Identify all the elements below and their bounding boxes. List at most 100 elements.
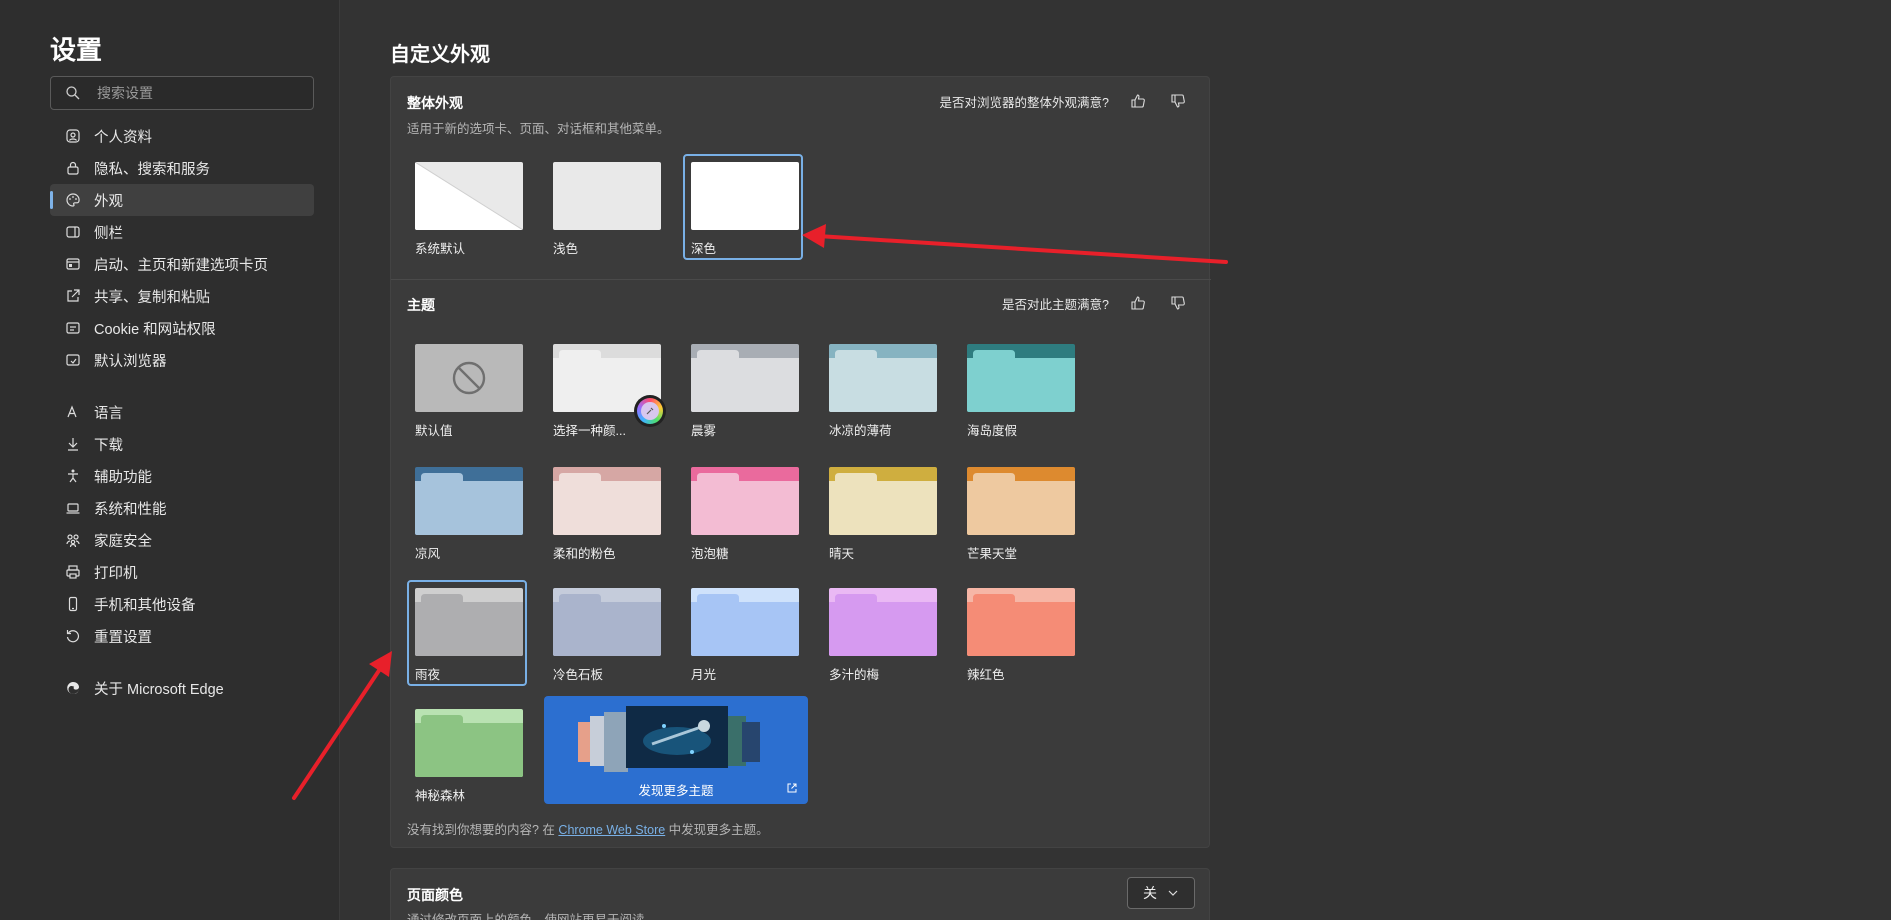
folder-icon: [553, 467, 661, 535]
share-icon: [64, 287, 82, 305]
dark-preview: [691, 162, 799, 230]
sidebar-item-language[interactable]: 语言: [50, 396, 314, 428]
folder-icon: [967, 344, 1075, 412]
printer-icon: [64, 563, 82, 581]
theme-tile[interactable]: 凉风: [407, 459, 527, 565]
page-color-select[interactable]: 关: [1127, 877, 1195, 909]
folder-icon: [829, 344, 937, 412]
sidebar-icon: [64, 223, 82, 241]
sidebar-item-label: 辅助功能: [94, 469, 152, 486]
sidebar-item-about[interactable]: 关于 Microsoft Edge: [50, 672, 314, 704]
theme-label: 多汁的梅: [829, 668, 880, 682]
theme-label: 凉风: [415, 547, 441, 561]
theme-tile[interactable]: 芒果天堂: [959, 459, 1079, 565]
overall-feedback-text: 是否对浏览器的整体外观满意?: [939, 95, 1109, 110]
theme-label: 月光: [691, 668, 717, 682]
chevron-down-icon: [1168, 890, 1178, 896]
folder-icon: [691, 588, 799, 656]
sidebar-item-label: 默认浏览器: [94, 353, 167, 370]
theme-tile[interactable]: 柔和的粉色: [545, 459, 665, 565]
sidebar-item-default-browser[interactable]: 默认浏览器: [50, 344, 314, 376]
theme-label: 辣红色: [967, 668, 1005, 682]
sidebar-item-privacy[interactable]: 隐私、搜索和服务: [50, 152, 314, 184]
sidebar-item-system[interactable]: 系统和性能: [50, 492, 314, 524]
thumbs-up-icon[interactable]: [1127, 90, 1149, 112]
sidebar-item-label: Cookie 和网站权限: [94, 321, 216, 338]
folder-icon: [415, 588, 523, 656]
sidebar-item-share[interactable]: 共享、复制和粘贴: [50, 280, 314, 312]
theme-tile[interactable]: 晨雾: [683, 336, 803, 442]
thumbs-down-icon[interactable]: [1167, 292, 1189, 314]
system-default-preview: [415, 162, 523, 230]
discover-themes-collage: [578, 706, 760, 772]
search-input[interactable]: [97, 85, 297, 101]
sidebar-item-label: 手机和其他设备: [94, 597, 196, 614]
sidebar-item-sidebar[interactable]: 侧栏: [50, 216, 314, 248]
sidebar-item-startup[interactable]: 启动、主页和新建选项卡页: [50, 248, 314, 280]
thumbs-up-icon[interactable]: [1127, 292, 1149, 314]
sidebar-item-family[interactable]: 家庭安全: [50, 524, 314, 556]
sidebar-item-downloads[interactable]: 下载: [50, 428, 314, 460]
folder-icon: [967, 467, 1075, 535]
sidebar-item-profile[interactable]: 个人资料: [50, 120, 314, 152]
sidebar-item-label: 共享、复制和粘贴: [94, 289, 210, 306]
appearance-option-system[interactable]: 系统默认: [407, 154, 527, 260]
sidebar-item-accessibility[interactable]: 辅助功能: [50, 460, 314, 492]
theme-tile[interactable]: 冰凉的薄荷: [821, 336, 941, 442]
theme-label: 晨雾: [691, 424, 717, 438]
chrome-web-store-link[interactable]: Chrome Web Store: [558, 823, 665, 837]
theme-tile[interactable]: 多汁的梅: [821, 580, 941, 686]
search-box[interactable]: [50, 76, 314, 110]
reset-icon: [64, 627, 82, 645]
sidebar-item-label: 隐私、搜索和服务: [94, 161, 210, 178]
sidebar-item-devices[interactable]: 手机和其他设备: [50, 588, 314, 620]
overall-subtitle: 适用于新的选项卡、页面、对话框和其他菜单。: [407, 122, 670, 136]
theme-tile[interactable]: 冷色石板: [545, 580, 665, 686]
theme-tile[interactable]: 海岛度假: [959, 336, 1079, 442]
palette-icon: [64, 191, 82, 209]
theme-tile[interactable]: 神秘森林: [407, 701, 527, 807]
appearance-option-light[interactable]: 浅色: [545, 154, 665, 260]
folder-icon: [829, 467, 937, 535]
footnote-text: 没有找到你想要的内容? 在: [407, 823, 555, 837]
theme-preview: [553, 588, 661, 656]
lock-icon: [64, 159, 82, 177]
download-icon: [64, 435, 82, 453]
color-picker-icon[interactable]: [634, 395, 666, 427]
theme-tile[interactable]: 晴天: [821, 459, 941, 565]
theme-preview: [691, 588, 799, 656]
sidebar-item-reset[interactable]: 重置设置: [50, 620, 314, 652]
discover-more-themes-label: 发现更多主题: [638, 784, 714, 798]
theme-label: 晴天: [829, 547, 855, 561]
page-color-title: 页面颜色: [407, 887, 463, 903]
appearance-option-label: 深色: [691, 242, 717, 256]
sidebar-item-label: 系统和性能: [94, 501, 167, 518]
phone-icon: [64, 595, 82, 613]
theme-preview: [829, 588, 937, 656]
theme-tile[interactable]: 泡泡糖: [683, 459, 803, 565]
home-tabs-icon: [64, 255, 82, 273]
theme-tile[interactable]: 选择一种颜...: [545, 336, 666, 442]
theme-tile[interactable]: 默认值: [407, 336, 527, 442]
sidebar-item-appearance[interactable]: 外观: [50, 184, 314, 216]
theme-tile[interactable]: 辣红色: [959, 580, 1079, 686]
sidebar-item-cookies[interactable]: Cookie 和网站权限: [50, 312, 314, 344]
discover-more-themes-tile[interactable]: 发现更多主题: [544, 696, 808, 804]
theme-tile[interactable]: 雨夜: [407, 580, 527, 686]
edge-logo-icon: [64, 679, 82, 697]
theme-preview: [415, 467, 523, 535]
page-color-select-value: 关: [1143, 885, 1157, 901]
sidebar-item-printers[interactable]: 打印机: [50, 556, 314, 588]
page-title: 自定义外观: [390, 44, 490, 66]
themes-footnote: 没有找到你想要的内容? 在 Chrome Web Store 中发现更多主题。: [407, 819, 769, 838]
theme-label: 柔和的粉色: [553, 547, 616, 561]
theme-preview: [967, 467, 1075, 535]
sidebar-item-label: 打印机: [94, 565, 138, 582]
theme-preview: [691, 467, 799, 535]
theme-tile[interactable]: 月光: [683, 580, 803, 686]
sidebar-item-label: 侧栏: [94, 225, 123, 242]
thumbs-down-icon[interactable]: [1167, 90, 1189, 112]
folder-icon: [691, 467, 799, 535]
appearance-option-dark[interactable]: 深色: [683, 154, 803, 260]
site-permissions-icon: [64, 319, 82, 337]
